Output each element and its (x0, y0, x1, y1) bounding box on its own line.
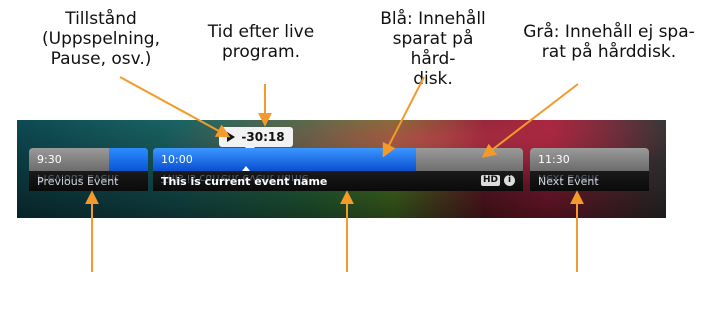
previous-event-reflection-text: Previous Event (37, 172, 119, 185)
current-event-reflection-text: This is current event name (161, 172, 309, 185)
annotation-time-after-live: Tid efter live program. (207, 22, 315, 62)
time-offset: -30:18 (241, 130, 285, 144)
playback-status-bubble: -30:18 (219, 127, 293, 153)
current-event-reflection: This is current event name (153, 169, 523, 193)
annotation-state: Tillstånd (Uppspelning, Pause, osv.) (42, 9, 160, 69)
current-event-time: 10:00 (161, 153, 193, 166)
previous-event-progress[interactable]: 9:30 (29, 148, 148, 171)
play-icon (227, 132, 236, 142)
next-event-reflection-text: Next Event (538, 172, 599, 185)
next-event-progress[interactable]: 11:30 (530, 148, 649, 171)
annotation-grey-content: Grå: Innehåll ej spa- rat på hårddisk. (523, 22, 695, 62)
next-event-time: 11:30 (538, 153, 570, 166)
previous-event-time: 9:30 (37, 153, 62, 166)
annotation-blue-content: Blå: Innehåll sparat på hård- disk. (380, 9, 486, 89)
previous-event-reflection: Previous Event (29, 169, 148, 193)
previous-event-recorded-bar (109, 148, 148, 171)
next-event-reflection: Next Event (530, 169, 649, 193)
current-event-progress[interactable]: 10:00 (153, 148, 523, 171)
